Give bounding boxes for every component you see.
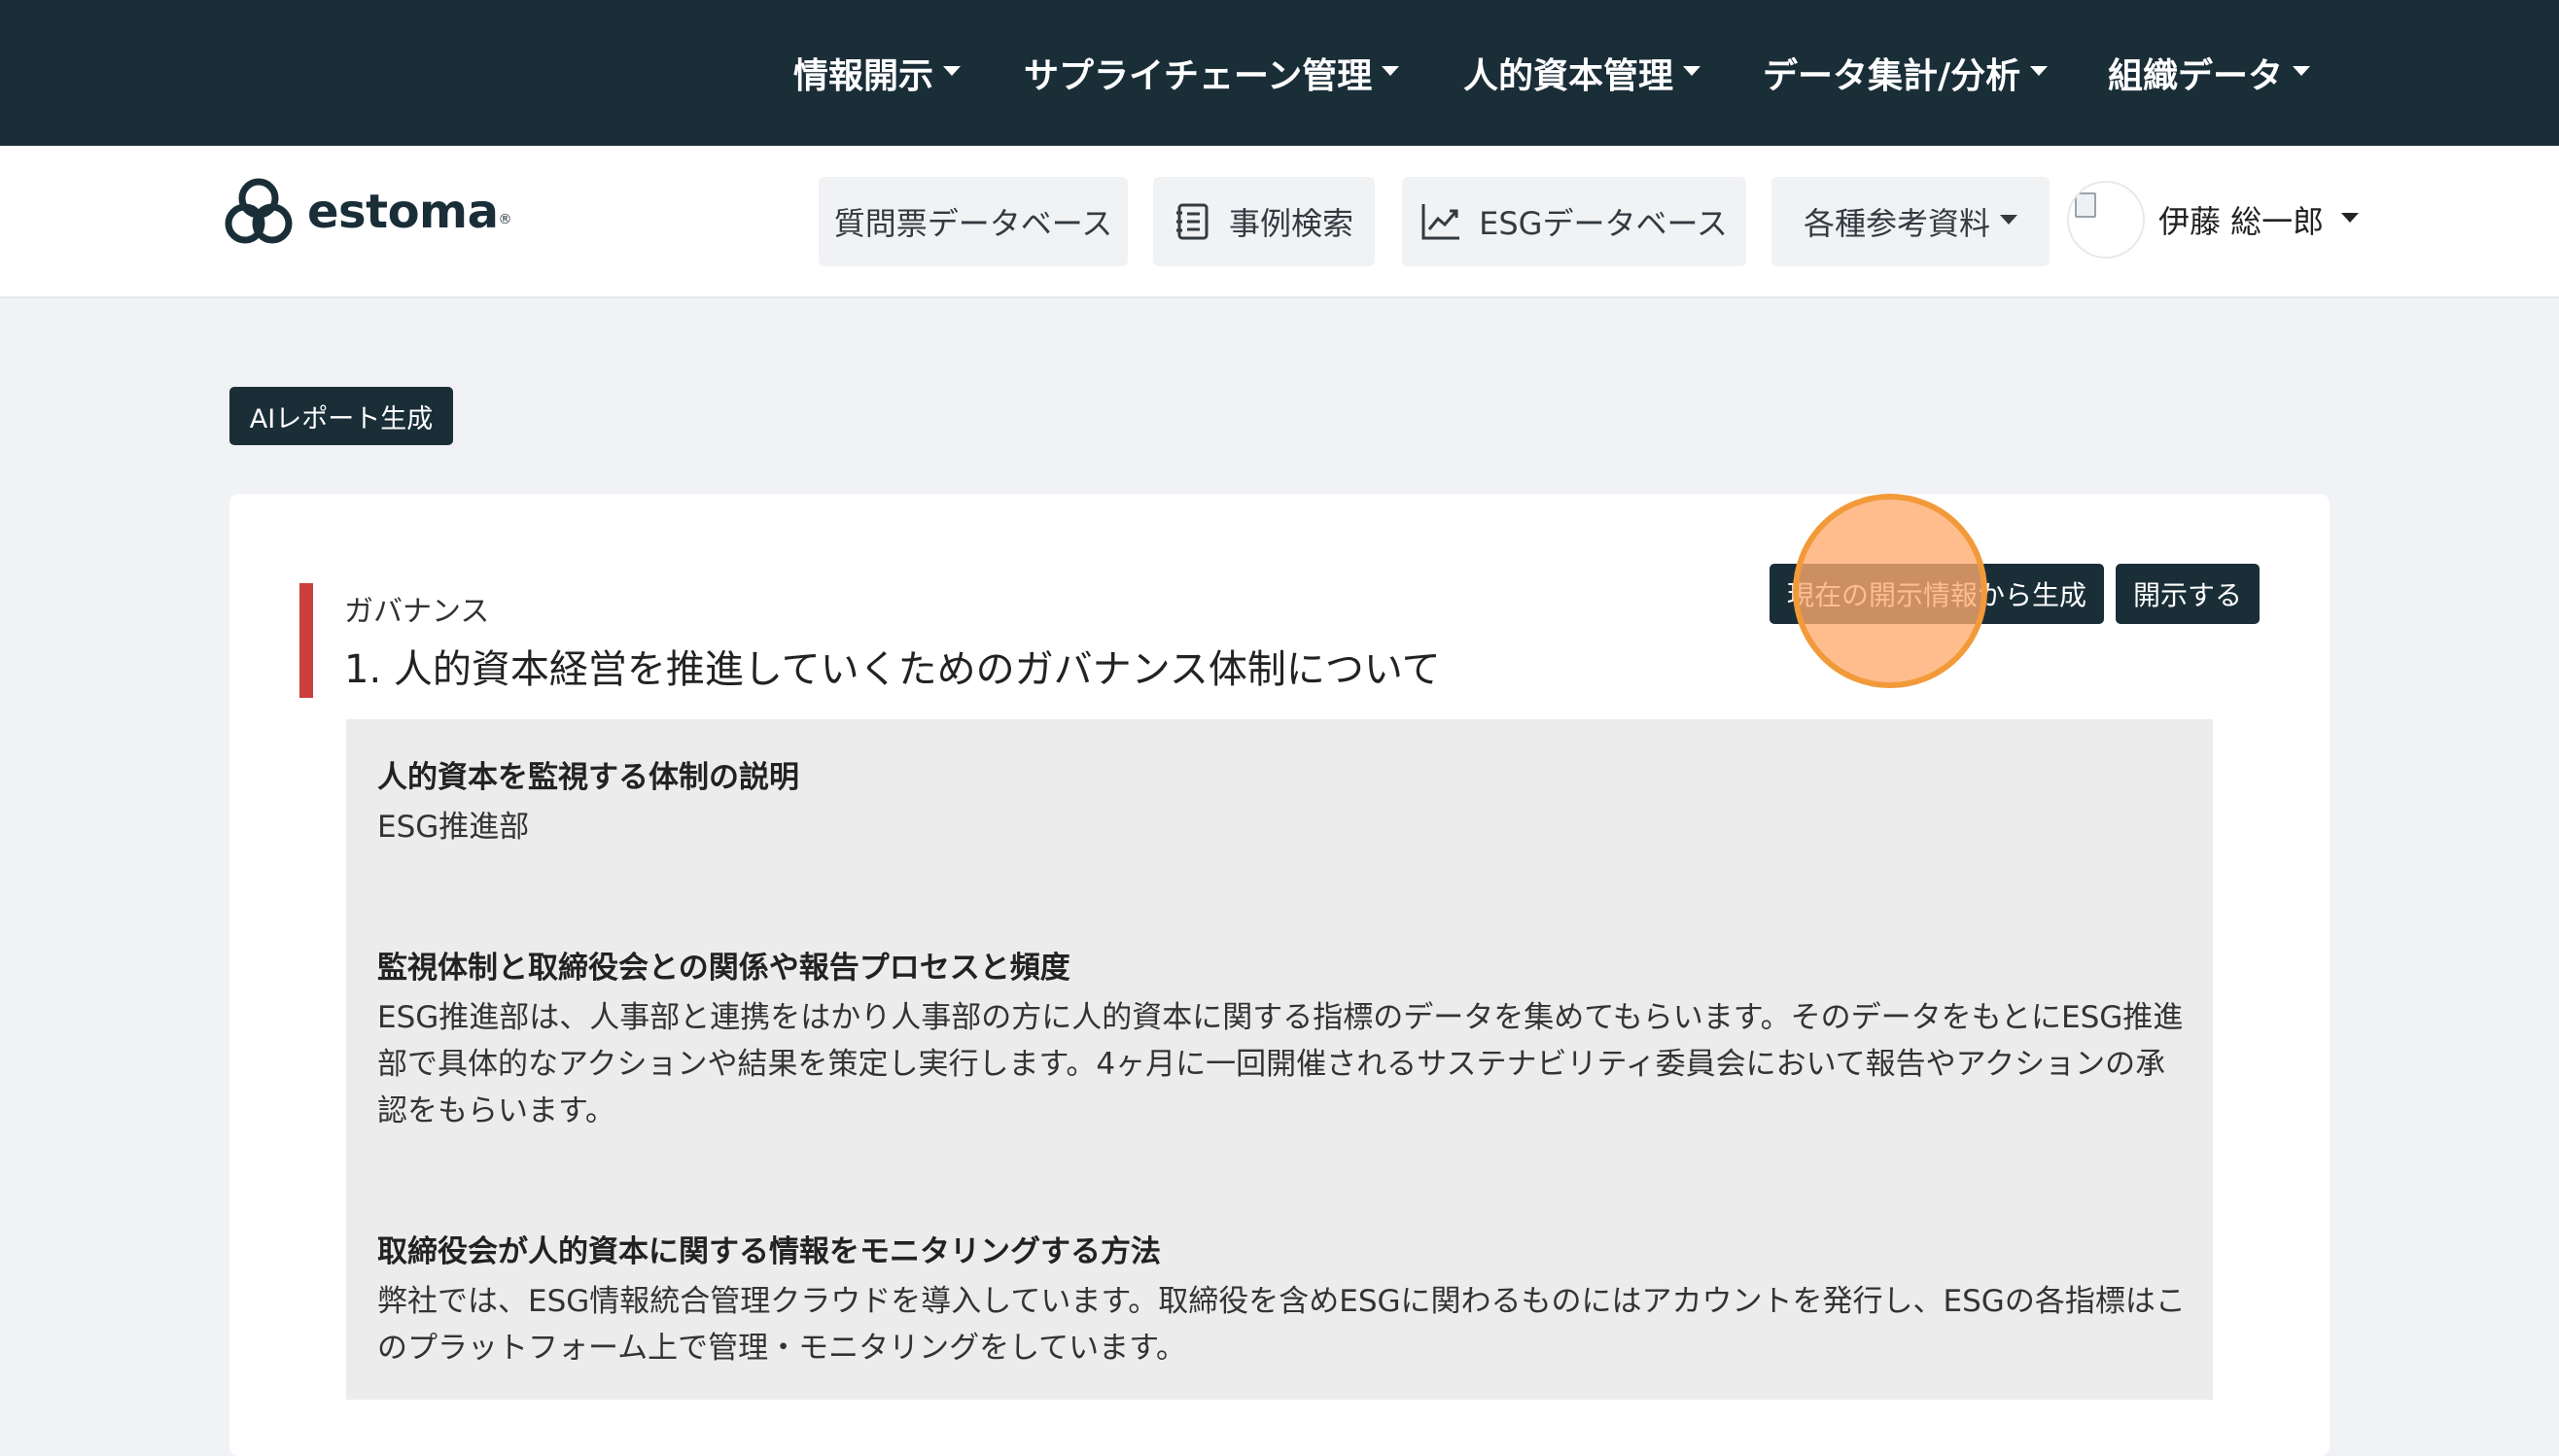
sub-header: estoma ® 質問票データベース 事例検索 ESGデータベース 各種参考資料… [0,146,2559,298]
brand-name: estoma [307,185,499,239]
section-title: 1. 人的資本経営を推進していくためのガバナンス体制について [344,647,1441,692]
questionnaire-database-label: 質問票データベース [833,205,1113,242]
user-name: 伊藤 総一郎 [2158,203,2325,240]
caret-down-icon [2293,66,2311,76]
caret-down-icon [2030,66,2049,76]
disclose-button[interactable]: 開示する [2116,564,2260,624]
references-label: 各種参考資料 [1803,205,1990,242]
section-category: ガバナンス [344,595,490,629]
case-search-button[interactable]: 事例検索 [1153,177,1375,266]
user-menu[interactable]: 伊藤 総一郎 [2067,179,2360,260]
qa-item: 取締役会が人的資本に関する情報をモニタリングする方法 弊社では、ESG情報統合管… [377,1227,2186,1371]
qa-body: 弊社では、ESG情報統合管理クラウドを導入しています。取締役を含めESGに関わる… [377,1284,2186,1366]
esg-database-button[interactable]: ESGデータベース [1402,177,1746,266]
avatar [2067,181,2145,259]
caret-down-icon [1382,66,1400,76]
nav-organization-data[interactable]: 組織データ [2108,0,2311,146]
caret-down-icon [2000,215,2017,225]
section-accent-bar [299,583,313,698]
qa-item: 人的資本を監視する体制の説明 ESG推進部 [377,752,2186,850]
qa-heading: 人的資本を監視する体制の説明 [377,760,799,795]
nav-info-disclosure-label: 情報開示 [793,56,934,96]
nav-info-disclosure[interactable]: 情報開示 [793,0,962,146]
references-dropdown[interactable]: 各種参考資料 [1771,177,2050,266]
caret-down-icon [1683,66,1701,76]
qa-body: ESG推進部は、人事部と連携をはかり人事部の方に人的資本に関する指標のデータを集… [377,1000,2184,1128]
case-search-label: 事例検索 [1228,205,1353,242]
estoma-logo-icon [225,178,293,244]
brand-logo[interactable]: estoma ® [220,171,511,253]
qa-heading: 監視体制と取締役会との関係や報告プロセスと頻度 [377,951,1070,986]
notebook-icon [1174,202,1211,241]
qa-item: 監視体制と取締役会との関係や報告プロセスと頻度 ESG推進部は、人事部と連携をは… [377,943,2186,1134]
esg-database-label: ESGデータベース [1479,205,1728,242]
top-navigation-bar: 情報開示 サプライチェーン管理 人的資本管理 データ集計/分析 組織データ [0,0,2559,146]
nav-data-analysis[interactable]: データ集計/分析 [1763,0,2049,146]
qa-body: ESG推進部 [377,810,530,845]
answers-panel: 人的資本を監視する体制の説明 ESG推進部 監視体制と取締役会との関係や報告プロ… [346,719,2213,1400]
questionnaire-database-button[interactable]: 質問票データベース [819,177,1128,266]
caret-down-icon [943,66,962,76]
nav-organization-data-label: 組織データ [2108,56,2284,96]
caret-down-icon [2341,213,2360,223]
qa-heading: 取締役会が人的資本に関する情報をモニタリングする方法 [377,1234,1161,1269]
nav-data-analysis-label: データ集計/分析 [1763,56,2021,96]
nav-human-capital[interactable]: 人的資本管理 [1463,0,1701,146]
nav-supply-chain[interactable]: サプライチェーン管理 [1024,0,1400,146]
line-chart-icon [1420,202,1461,241]
ai-report-button[interactable]: AIレポート生成 [229,387,453,445]
governance-card: ガバナンス 1. 人的資本経営を推進していくためのガバナンス体制について 現在の… [229,494,2330,1456]
registered-mark: ® [498,212,512,227]
nav-supply-chain-label: サプライチェーン管理 [1024,56,1373,96]
nav-human-capital-label: 人的資本管理 [1463,56,1674,96]
generate-from-current-button[interactable]: 現在の開示情報から生成 [1770,564,2104,624]
broken-image-icon [2075,192,2096,218]
